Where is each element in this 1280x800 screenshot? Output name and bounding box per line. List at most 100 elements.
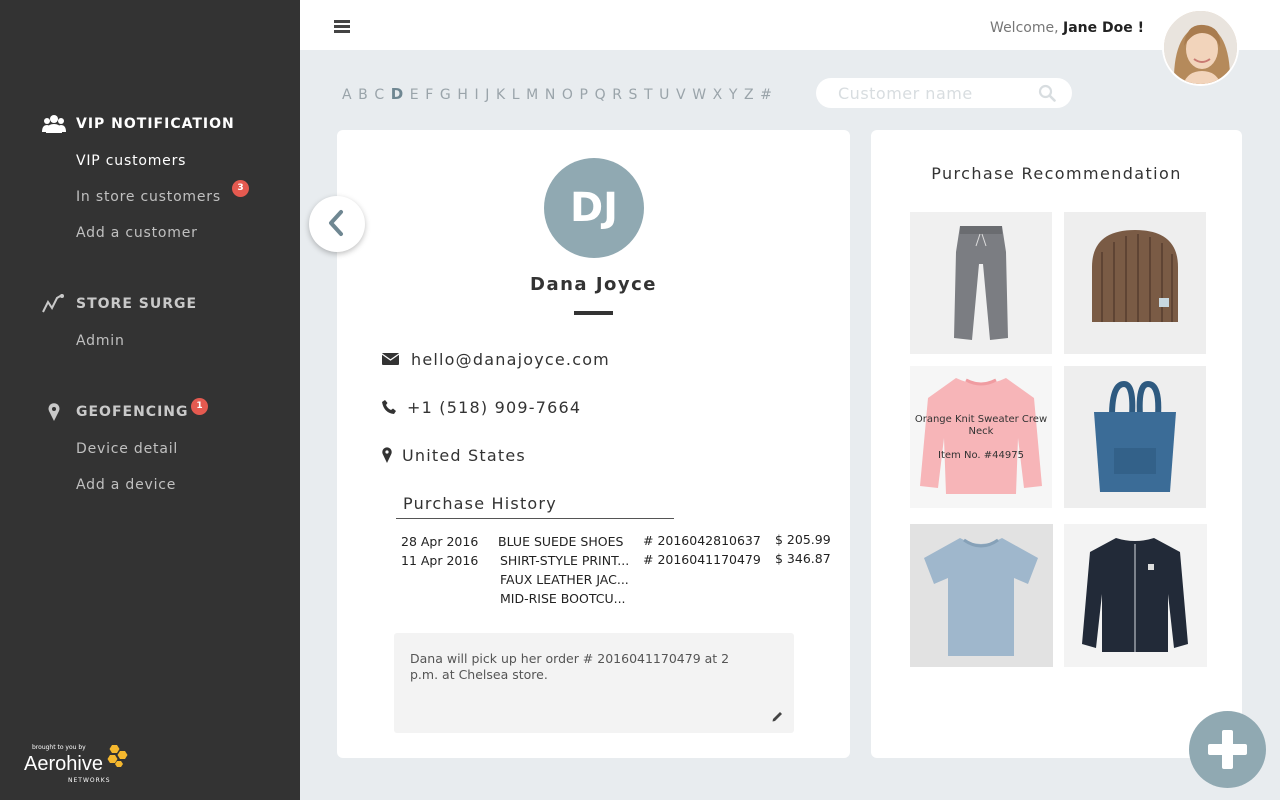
history-total: $ 346.87: [775, 551, 831, 566]
envelope-icon: [382, 353, 399, 365]
sweatpants-image: [910, 212, 1052, 354]
brand-name: Aerohive: [24, 753, 103, 775]
jacket-image: [1064, 524, 1207, 667]
product-tshirt[interactable]: [910, 524, 1053, 667]
top-bar: Welcome, Jane Doe !: [300, 0, 1280, 50]
alphabet-letter[interactable]: A: [342, 87, 352, 103]
alphabet-letter[interactable]: H: [457, 87, 468, 103]
user-avatar[interactable]: [1162, 9, 1239, 86]
geofencing-count-badge: 1: [191, 398, 208, 415]
alphabet-filter: A B C D E F G H I J K L M N O P Q R S T U V W X Y Z #: [342, 84, 778, 104]
brand-logo: brought to you by Aerohive NETWORKS: [22, 742, 142, 788]
plus-icon: [1208, 730, 1247, 769]
alphabet-letter[interactable]: O: [562, 87, 574, 103]
in-store-count-badge: 3: [232, 180, 249, 197]
welcome-prefix: Welcome,: [990, 20, 1059, 36]
hamburger-menu-icon[interactable]: [334, 20, 350, 34]
brand-sub: NETWORKS: [68, 777, 111, 784]
history-item[interactable]: MID-RISE BOOTCU...: [500, 591, 626, 606]
nav-item-add-customer[interactable]: Add a customer: [76, 225, 198, 241]
product-beanie[interactable]: [1064, 212, 1206, 354]
nav-section-vip-notification[interactable]: VIP NOTIFICATION: [0, 114, 300, 134]
alphabet-letter[interactable]: X: [713, 87, 723, 103]
alphabet-letter[interactable]: Q: [595, 87, 607, 103]
product-jacket[interactable]: [1064, 524, 1207, 667]
recommendation-title: Purchase Recommendation: [931, 164, 1182, 183]
customer-location: United States: [402, 446, 526, 465]
alphabet-letter[interactable]: S: [629, 87, 638, 103]
history-order-number[interactable]: # 2016042810637: [643, 533, 761, 548]
chart-line-icon: [42, 294, 64, 313]
alphabet-letter[interactable]: U: [659, 87, 670, 103]
nav-item-in-store-customers[interactable]: In store customers: [76, 189, 221, 205]
alphabet-letter[interactable]: Z: [744, 87, 754, 103]
avatar-photo: [1164, 11, 1237, 84]
alphabet-letter[interactable]: M: [526, 87, 539, 103]
product-name: Orange Knit Sweater Crew Neck: [914, 414, 1048, 437]
alphabet-letter[interactable]: W: [692, 87, 706, 103]
alphabet-letter[interactable]: B: [358, 87, 368, 103]
back-button[interactable]: [309, 196, 365, 252]
alphabet-letter[interactable]: D: [391, 85, 404, 103]
phone-icon: [382, 400, 396, 414]
customer-phone[interactable]: +1 (518) 909-7664: [407, 398, 581, 417]
alphabet-letter[interactable]: J: [485, 87, 490, 103]
customer-note[interactable]: Dana will pick up her order # 2016041170…: [394, 633, 794, 733]
user-name: Jane Doe !: [1063, 20, 1144, 36]
purchase-history-title: Purchase History: [403, 494, 557, 513]
alphabet-letter[interactable]: P: [580, 87, 589, 103]
customer-search: [816, 78, 1072, 108]
customer-initials-avatar: DJ: [544, 158, 644, 258]
customer-email[interactable]: hello@danajoyce.com: [411, 350, 610, 369]
history-order-number[interactable]: # 2016041170479: [643, 552, 761, 567]
users-icon: [42, 115, 66, 133]
alphabet-letter[interactable]: C: [374, 87, 384, 103]
alphabet-letter[interactable]: T: [644, 87, 653, 103]
history-date: 28 Apr 2016: [401, 534, 479, 549]
chevron-left-icon: [329, 210, 343, 236]
alphabet-letter[interactable]: G: [440, 87, 451, 103]
alphabet-letter[interactable]: N: [545, 87, 556, 103]
nav-section-geofencing[interactable]: GEOFENCING: [0, 402, 300, 422]
search-icon[interactable]: [1038, 84, 1056, 102]
nav-item-admin[interactable]: Admin: [76, 333, 125, 349]
honeycomb-icon: [107, 745, 128, 767]
welcome-message: Welcome, Jane Doe !: [990, 20, 1144, 36]
product-tote-bag[interactable]: [1064, 366, 1206, 508]
tshirt-image: [910, 524, 1053, 667]
sidebar: VIP NOTIFICATION VIP customers In store …: [0, 0, 300, 800]
name-underline: [574, 311, 613, 315]
history-item[interactable]: BLUE SUEDE SHOES: [498, 534, 623, 549]
nav-section-store-surge[interactable]: STORE SURGE: [0, 294, 300, 314]
purchase-history-divider: [396, 518, 674, 519]
customer-search-input[interactable]: [838, 82, 1028, 104]
map-pin-icon: [48, 403, 60, 421]
product-item-number: Item No. #44975: [938, 450, 1024, 461]
tote-bag-image: [1064, 366, 1206, 508]
nav-item-device-detail[interactable]: Device detail: [76, 441, 178, 457]
alphabet-letter[interactable]: R: [612, 87, 622, 103]
pencil-edit-icon[interactable]: [772, 711, 783, 722]
nav-item-add-device[interactable]: Add a device: [76, 477, 176, 493]
nav-item-vip-customers[interactable]: VIP customers: [76, 153, 186, 169]
history-item[interactable]: FAUX LEATHER JAC...: [500, 572, 629, 587]
alphabet-letter[interactable]: L: [512, 87, 520, 103]
alphabet-letter[interactable]: Y: [729, 87, 738, 103]
history-item[interactable]: SHIRT-STYLE PRINT...: [500, 553, 629, 568]
nav-section-label: STORE SURGE: [76, 296, 198, 312]
nav-section-label: VIP NOTIFICATION: [76, 116, 235, 132]
alphabet-letter[interactable]: I: [474, 87, 479, 103]
brand-tagline: brought to you by: [32, 744, 86, 751]
alphabet-letter[interactable]: V: [676, 87, 686, 103]
history-date: 11 Apr 2016: [401, 553, 479, 568]
alphabet-letter[interactable]: E: [410, 87, 419, 103]
beanie-image: [1064, 212, 1206, 354]
customer-name: Dana Joyce: [530, 274, 657, 295]
history-total: $ 205.99: [775, 532, 831, 547]
alphabet-letter[interactable]: K: [496, 87, 506, 103]
alphabet-letter[interactable]: #: [760, 87, 772, 103]
product-sweater[interactable]: Orange Knit Sweater Crew Neck Item No. #…: [910, 366, 1052, 508]
add-customer-fab[interactable]: [1189, 711, 1266, 788]
alphabet-letter[interactable]: F: [425, 87, 434, 103]
product-sweatpants[interactable]: [910, 212, 1052, 354]
